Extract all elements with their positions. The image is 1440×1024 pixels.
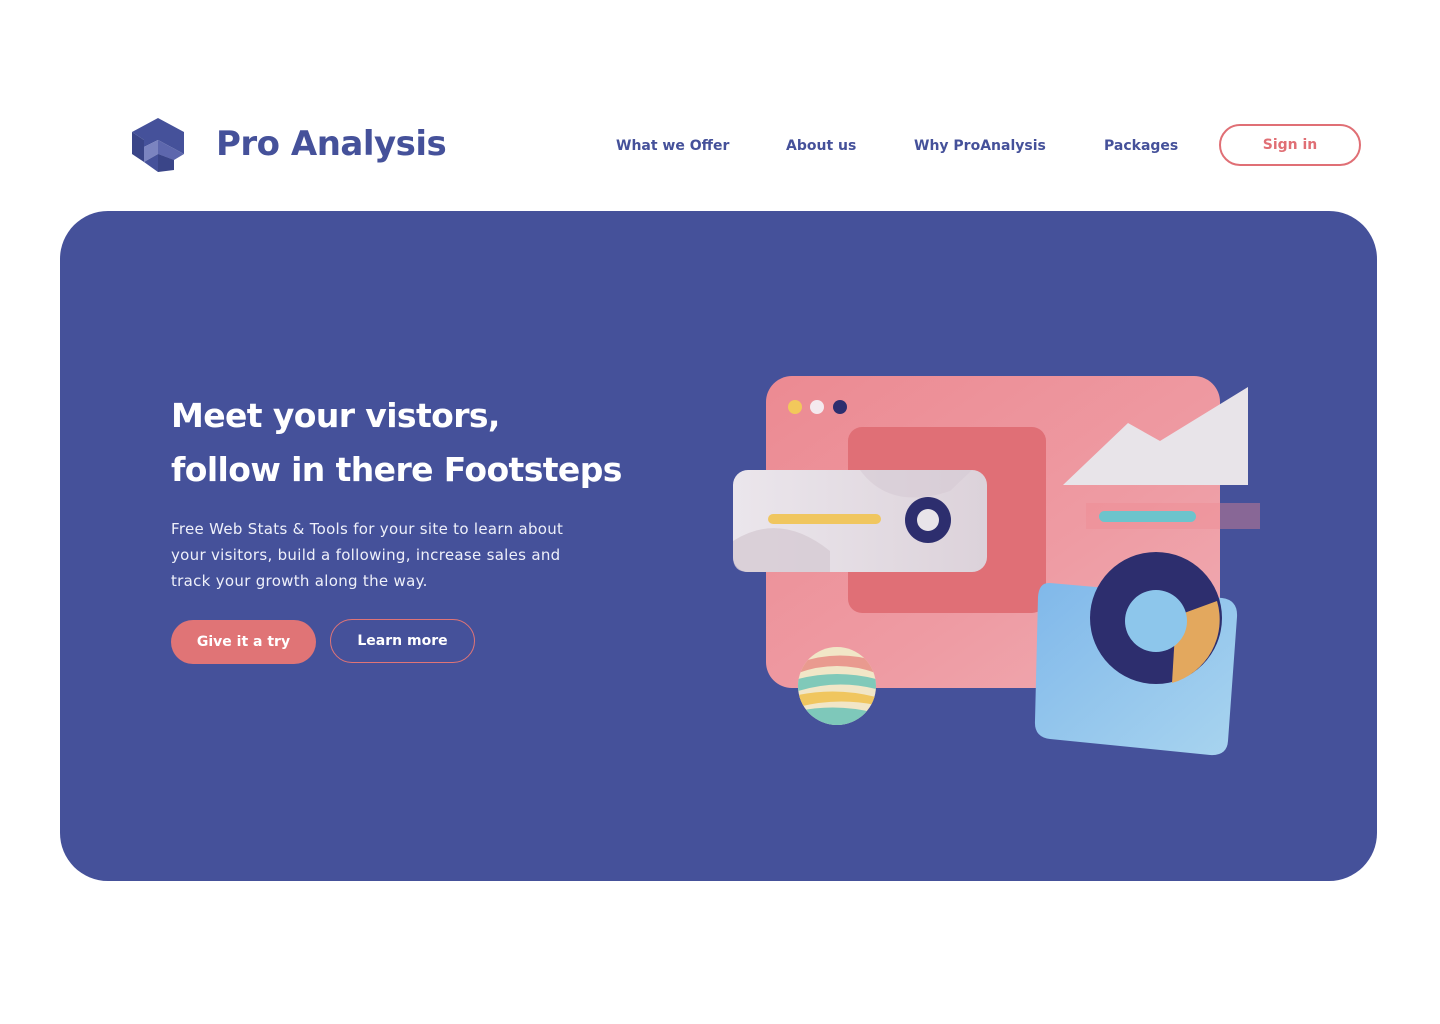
hero-description: Free Web Stats & Tools for your site to … xyxy=(171,520,564,590)
cube-logo-icon xyxy=(132,118,184,172)
nav-item-what-we-offer[interactable]: What we Offer xyxy=(616,138,729,154)
sign-in-button[interactable]: Sign in xyxy=(1219,124,1361,166)
landing-page: Pro Analysis What we Offer About us Why … xyxy=(0,0,1440,1024)
nav-item-why-proanalysis[interactable]: Why ProAnalysis xyxy=(914,138,1046,154)
nav-item-packages[interactable]: Packages xyxy=(1104,138,1178,154)
hero-headline-line-1: Meet your vistors, xyxy=(171,396,500,435)
hero-headline-line-2: follow in there Footsteps xyxy=(171,450,622,489)
hero-headline: Meet your vistors, follow in there Foots… xyxy=(171,389,691,497)
nav-item-about-us[interactable]: About us xyxy=(786,138,856,154)
analytics-dashboard-illustration xyxy=(733,376,1260,756)
stat-card-graphic xyxy=(733,470,987,572)
brand-name: Pro Analysis xyxy=(216,124,447,164)
hero-section: Meet your vistors, follow in there Foots… xyxy=(60,211,1377,881)
learn-more-button[interactable]: Learn more xyxy=(330,619,475,663)
teal-bar-graphic xyxy=(1099,511,1196,522)
brand-logo[interactable]: Pro Analysis xyxy=(130,114,447,174)
give-it-a-try-button[interactable]: Give it a try xyxy=(171,620,316,664)
